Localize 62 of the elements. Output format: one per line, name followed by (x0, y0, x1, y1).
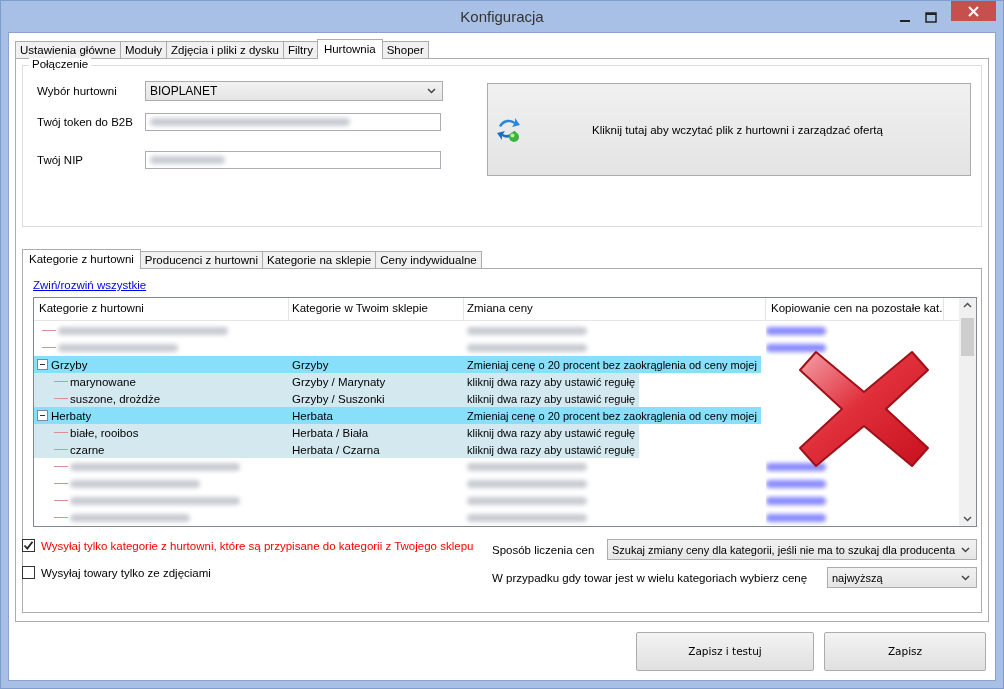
column-header[interactable]: Zmiana ceny (464, 298, 766, 320)
close-icon (968, 5, 979, 17)
tree-item[interactable]: Herbaty (51, 409, 92, 422)
field-label: Wybór hurtowni (37, 85, 118, 97)
nip-field[interactable] (145, 151, 441, 169)
tab[interactable]: Ceny indywidualne (375, 251, 482, 268)
tree-item[interactable]: marynowane (70, 375, 136, 388)
column-header[interactable]: Kategorie w Twoim sklepie (289, 298, 464, 320)
table-cell: Grzyby / Marynaty (292, 375, 386, 388)
table-cell: kliknij dwa razy aby ustawić regułę (464, 373, 640, 390)
window-title: Konfiguracja (460, 8, 544, 25)
tab[interactable]: Ustawienia główne (15, 41, 121, 58)
scroll-thumb[interactable] (961, 318, 974, 356)
table-cell: Herbata / Czarna (292, 443, 380, 456)
checkbox-label[interactable]: Wysyłaj tylko kategorie z hurtowni, które są przypisane do kategorii z Twojego sklepu (41, 539, 474, 552)
save-button[interactable]: Zapisz (824, 631, 986, 671)
token-field[interactable] (145, 113, 441, 131)
checkbox[interactable] (22, 566, 35, 579)
field-label: W przypadku gdy towar jest w wielu kategoriach wybierz cenę (492, 571, 808, 584)
tab[interactable]: Filtry (283, 41, 318, 58)
column-header[interactable]: Kopiowanie cen na pozostałe kat. (766, 298, 944, 320)
scroll-up-icon[interactable] (963, 302, 972, 308)
tab[interactable]: Moduły (119, 41, 167, 58)
tree-item[interactable]: Grzyby (51, 358, 88, 371)
table-cell: Zmieniaj cenę o 20 procent bez zaokrąglenia od ceny mojej (464, 356, 761, 373)
field-label: Twój NIP (37, 154, 84, 166)
table-cell: kliknij dwa razy aby ustawić regułę (464, 390, 640, 407)
checkbox[interactable] (22, 539, 35, 552)
table-cell: kliknij dwa razy aby ustawić regułę (464, 424, 640, 441)
checkbox-label[interactable]: Wysyłaj towary tylko ze zdjęciami (41, 566, 211, 579)
save-button[interactable]: Zapisz i testuj (636, 631, 814, 671)
chevron-icon (961, 574, 970, 581)
dropdown[interactable]: Szukaj zmiany ceny dla kategorii, jeśli nie ma to szukaj dla producenta (607, 539, 977, 560)
load-file-button[interactable]: Kliknij tutaj aby wczytać plik z hurtowni i zarządzać ofertą (487, 83, 971, 176)
table-cell: Zmieniaj cenę o 20 procent bez zaokrąglenia od ceny mojej (464, 407, 761, 424)
table-cell: Grzyby / Suszonki (292, 392, 385, 405)
tab[interactable]: Zdjęcia i pliki z dysku (165, 41, 284, 58)
tab[interactable]: Shoper (381, 41, 429, 58)
tab[interactable]: Kategorie z hurtowni (22, 249, 141, 269)
field-label: Twój token do B2B (37, 116, 134, 128)
scroll-down-icon[interactable] (963, 516, 972, 522)
table-cell: Herbata / Biała (292, 426, 369, 439)
column-header[interactable]: Kategorie z hurtowni (34, 298, 289, 320)
table-cell: Herbata (292, 409, 333, 422)
close-button[interactable] (951, 1, 996, 21)
tab[interactable]: Producenci z hurtowni (139, 251, 263, 268)
table-cell: kliknij dwa razy aby ustawić regułę (464, 441, 640, 458)
wholesaler-dropdown[interactable]: BIOPLANET (145, 81, 443, 101)
dropdown[interactable]: najwyższą (827, 567, 977, 588)
tab[interactable]: Hurtownia (316, 39, 383, 59)
table-cell: Grzyby (292, 358, 329, 371)
group-title: Połączenie (29, 58, 92, 70)
maximize-icon[interactable] (925, 12, 937, 24)
tree-item[interactable]: czarne (70, 443, 105, 456)
collapse-expand-link[interactable]: Zwiń/rozwiń wszystkie (33, 279, 147, 291)
chevron-icon (427, 88, 436, 94)
tab[interactable]: Kategorie na sklepie (262, 251, 377, 268)
collapse-icon[interactable] (37, 410, 48, 421)
field-label: Sposób liczenia cen (492, 543, 595, 556)
chevron-icon (961, 546, 970, 553)
collapse-icon[interactable] (37, 359, 48, 370)
scrollbar[interactable] (959, 298, 976, 526)
